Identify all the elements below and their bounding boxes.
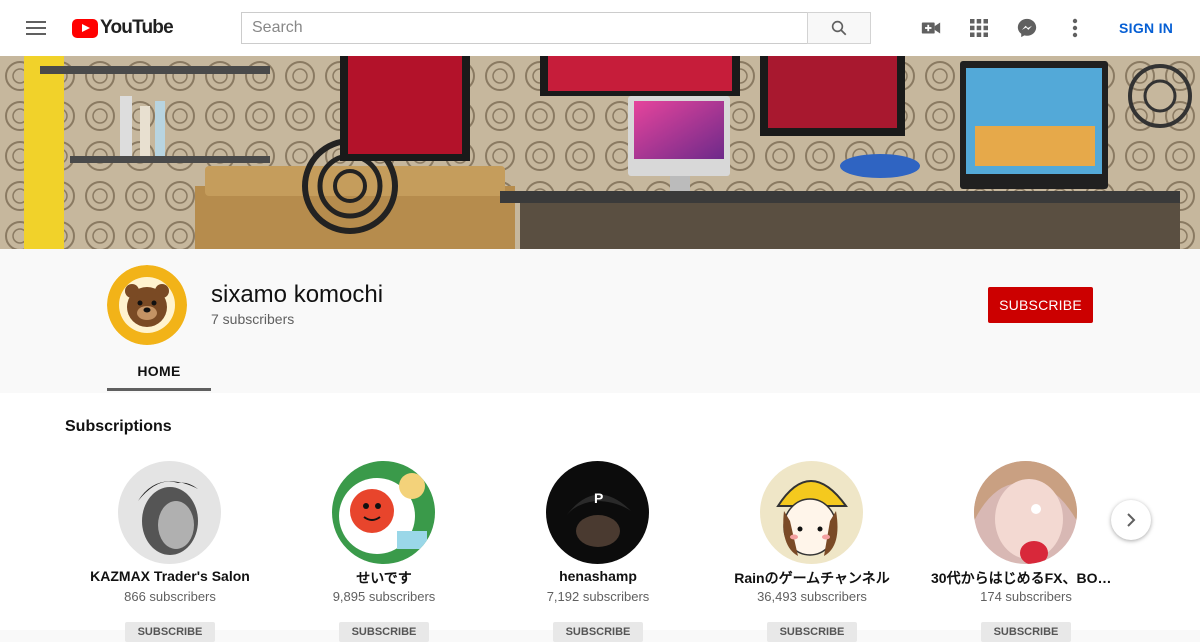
subscription-subscribe-button[interactable]: SUBSCRIBE — [981, 622, 1071, 642]
subscription-subscribe-button[interactable]: SUBSCRIBE — [553, 622, 643, 642]
channel-avatar[interactable] — [107, 265, 187, 345]
subscription-card[interactable]: KAZMAX Trader's Salon 866 subscribers SU… — [75, 461, 265, 642]
video-camera-plus-icon[interactable] — [919, 16, 943, 40]
masthead: YouTube SIGN IN — [0, 0, 1200, 56]
channel-subscriber-count: 7 subscribers — [211, 311, 295, 327]
subscription-name[interactable]: 30代からはじめるFX、BOテクニック — [931, 568, 1121, 588]
subscription-card[interactable]: P henashamp 7,192 subscribers SUBSCRIBE — [503, 461, 693, 642]
subscription-name[interactable]: Rainのゲームチャンネル — [717, 568, 907, 588]
subscription-subscriber-count: 174 subscribers — [980, 589, 1072, 604]
channel-content: Subscriptions KAZMAX Trader's Salon 866 … — [0, 393, 1200, 642]
chevron-right-icon — [1127, 513, 1136, 527]
subscription-card[interactable]: せいです 9,895 subscribers SUBSCRIBE — [289, 461, 479, 642]
subscription-avatar[interactable] — [332, 461, 435, 564]
active-tab-indicator — [107, 388, 211, 391]
subscription-subscriber-count: 7,192 subscribers — [546, 589, 650, 604]
subscription-card[interactable]: Rainのゲームチャンネル 36,493 subscribers SUBSCRI… — [717, 461, 907, 642]
search-icon — [831, 20, 847, 36]
subscription-subscriber-count: 36,493 subscribers — [757, 589, 867, 604]
subscription-avatar[interactable] — [118, 461, 221, 564]
sign-in-button[interactable]: SIGN IN — [1119, 20, 1173, 36]
logo-text: YouTube — [100, 17, 174, 38]
subscription-subscriber-count: 9,895 subscribers — [332, 589, 436, 604]
subscription-name[interactable]: KAZMAX Trader's Salon — [75, 568, 265, 584]
subscription-name[interactable]: henashamp — [503, 568, 693, 584]
tab-home[interactable]: HOME — [107, 349, 211, 392]
next-arrow-button[interactable] — [1111, 500, 1151, 540]
youtube-logo[interactable]: YouTube — [72, 17, 174, 39]
svg-text:P: P — [594, 490, 603, 506]
menu-icon[interactable] — [24, 16, 48, 40]
apps-grid-icon[interactable] — [967, 16, 991, 40]
subscription-card[interactable]: 30代からはじめるFX、BOテクニック 174 subscribers SUBS… — [931, 461, 1121, 642]
subscription-name[interactable]: せいです — [289, 568, 479, 588]
more-vert-icon[interactable] — [1063, 16, 1087, 40]
channel-banner — [0, 56, 1200, 249]
search-button[interactable] — [807, 12, 871, 44]
subscription-avatar[interactable]: P — [546, 461, 649, 564]
search-bar — [241, 12, 871, 44]
subscriptions-heading: Subscriptions — [65, 418, 172, 435]
channel-header: sixamo komochi 7 subscribers SUBSCRIBE H… — [0, 249, 1200, 393]
subscription-avatar[interactable] — [974, 461, 1077, 564]
youtube-play-icon — [72, 18, 98, 38]
subscribe-button[interactable]: SUBSCRIBE — [988, 287, 1093, 323]
subscription-subscribe-button[interactable]: SUBSCRIBE — [125, 622, 215, 642]
subscription-avatar[interactable] — [760, 461, 863, 564]
channel-name: sixamo komochi — [211, 281, 384, 308]
search-input[interactable] — [241, 12, 807, 44]
subscription-subscriber-count: 866 subscribers — [124, 589, 216, 604]
subscription-subscribe-button[interactable]: SUBSCRIBE — [339, 622, 429, 642]
messenger-icon[interactable] — [1015, 16, 1039, 40]
subscription-subscribe-button[interactable]: SUBSCRIBE — [767, 622, 857, 642]
